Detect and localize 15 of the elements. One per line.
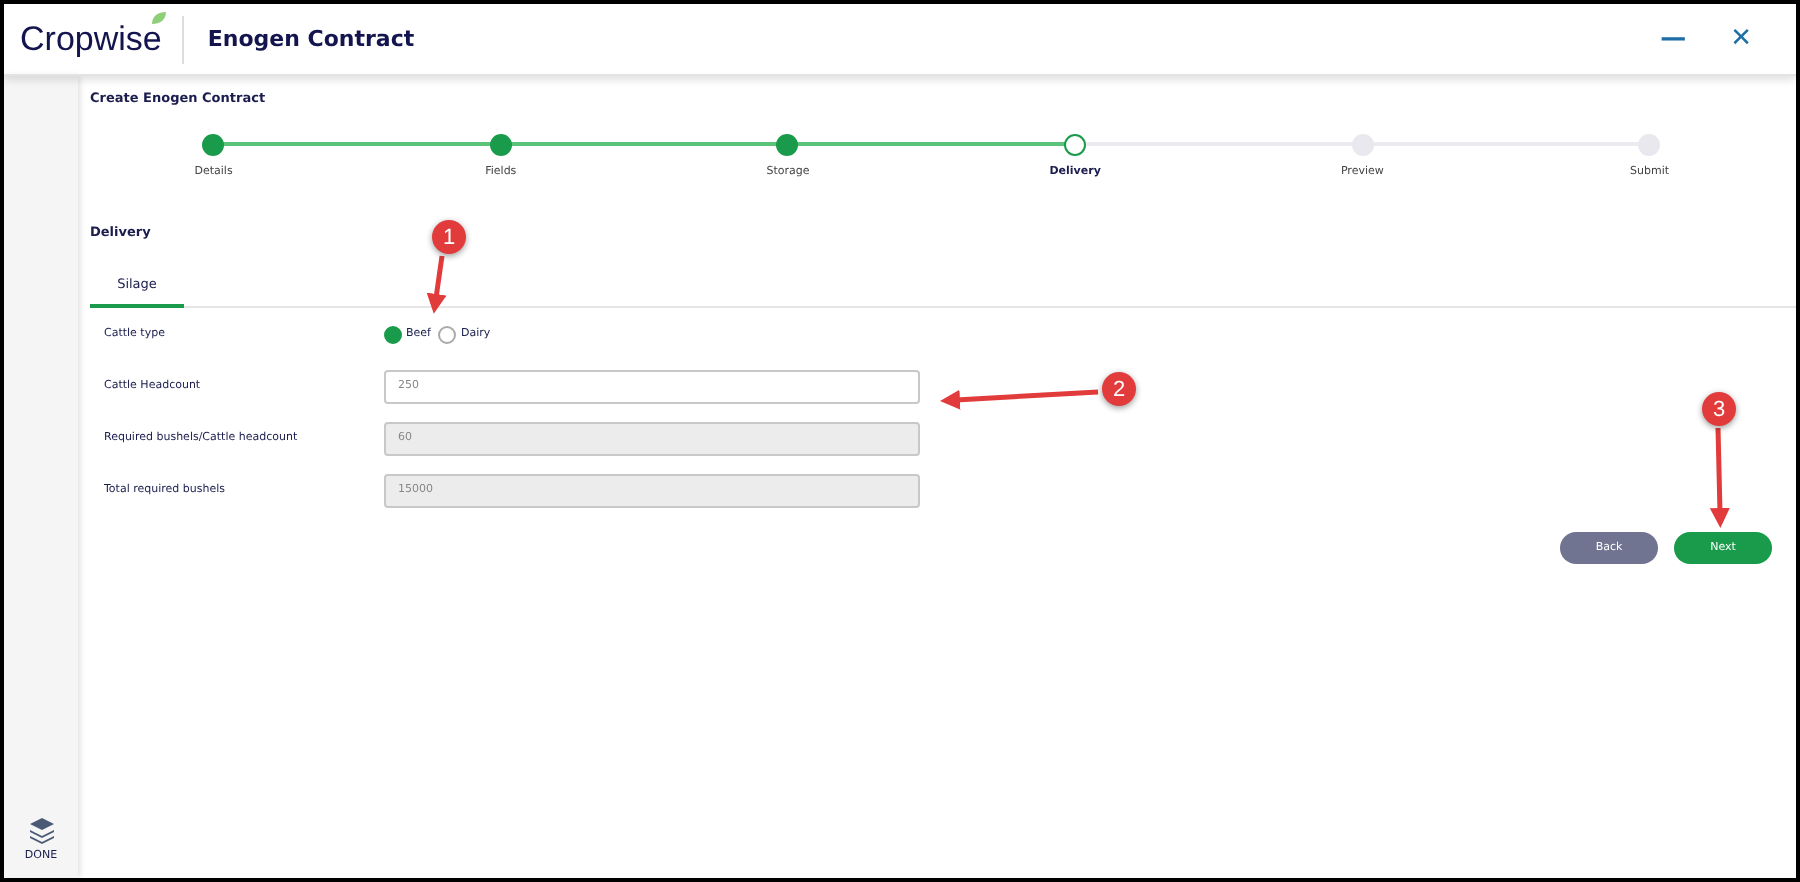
step-number-badge: 1 [432, 220, 466, 254]
annotation-arrow [426, 255, 447, 314]
step-marker [1064, 134, 1087, 156]
step-marker [489, 134, 512, 156]
close-button[interactable]: ✕ [1730, 24, 1752, 54]
layers-icon[interactable] [27, 816, 55, 844]
radio-button[interactable] [438, 325, 457, 343]
step-marker [202, 134, 225, 156]
radio-button[interactable] [384, 325, 402, 343]
annotation-arrow [1709, 427, 1730, 528]
step-number-badge: 3 [1702, 392, 1736, 426]
step-marker [776, 134, 799, 156]
step-number-badge: 2 [1102, 372, 1136, 406]
minimize-button[interactable]: — [1660, 24, 1687, 54]
window-title: Enogen Contract [207, 26, 415, 52]
